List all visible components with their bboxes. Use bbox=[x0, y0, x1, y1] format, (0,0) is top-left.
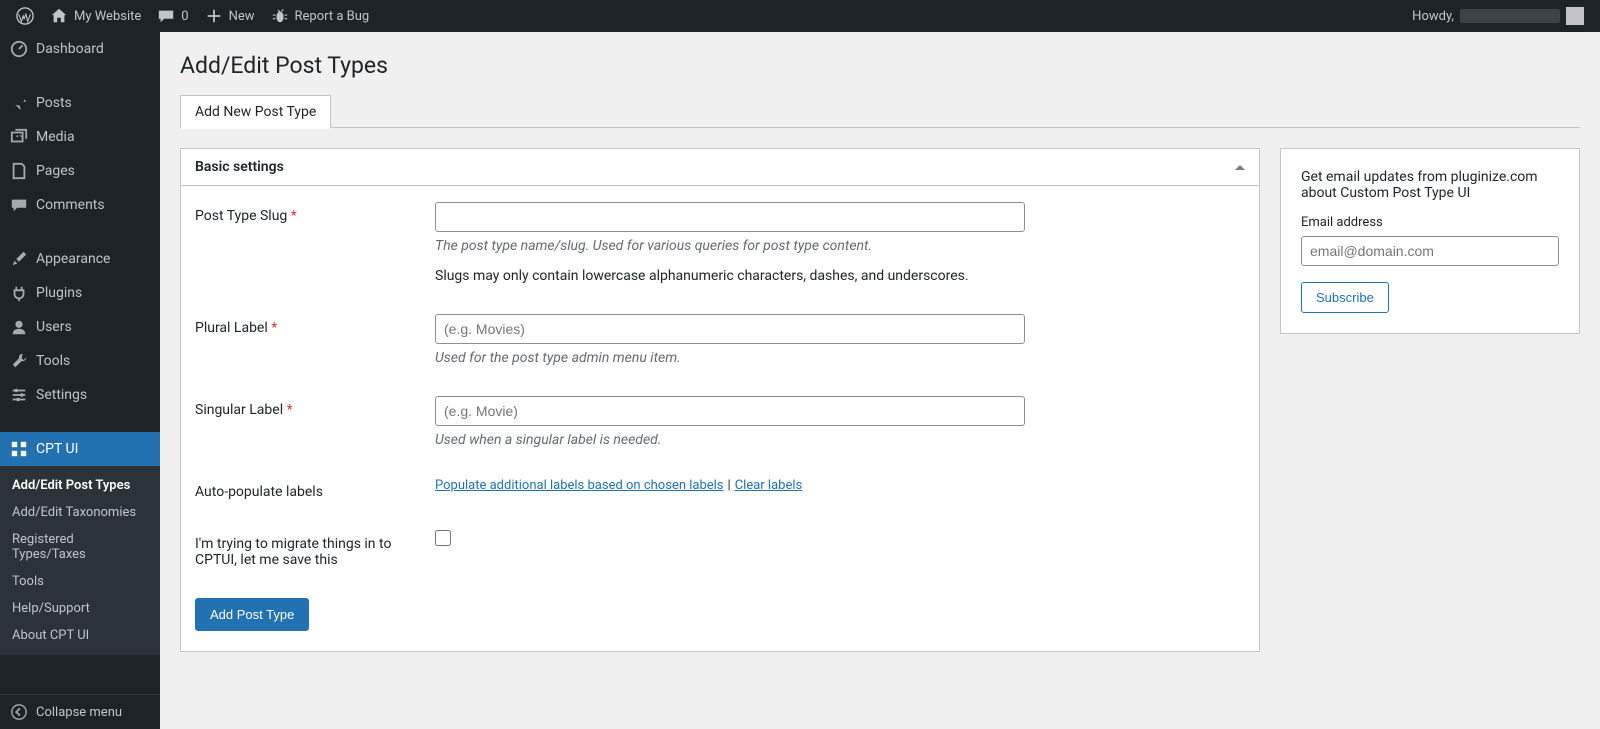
brush-icon bbox=[10, 250, 28, 268]
menu-comments[interactable]: Comments bbox=[0, 188, 160, 222]
basic-settings-panel: Basic settings Post Type Slug * The post… bbox=[180, 148, 1260, 652]
site-name: My Website bbox=[74, 9, 141, 24]
site-name-menu[interactable]: My Website bbox=[42, 0, 149, 32]
collapse-menu[interactable]: Collapse menu bbox=[0, 694, 160, 729]
content-area: Add/Edit Post Types Add New Post Type Ba… bbox=[160, 32, 1600, 692]
media-icon bbox=[10, 128, 28, 146]
user-icon bbox=[10, 318, 28, 336]
menu-posts[interactable]: Posts bbox=[0, 86, 160, 120]
plural-desc: Used for the post type admin menu item. bbox=[435, 350, 1245, 366]
tabs: Add New Post Type bbox=[180, 95, 1580, 128]
add-post-type-button[interactable]: Add Post Type bbox=[195, 598, 309, 631]
subscribe-button[interactable]: Subscribe bbox=[1301, 282, 1389, 313]
singular-desc: Used when a singular label is needed. bbox=[435, 432, 1245, 448]
submenu-help-support[interactable]: Help/Support bbox=[0, 595, 160, 622]
subscribe-text: Get email updates from pluginize.com abo… bbox=[1301, 169, 1559, 201]
menu-dashboard[interactable]: Dashboard bbox=[0, 32, 160, 66]
admin-sidebar: Dashboard Posts Media Pages Comments App… bbox=[0, 32, 160, 729]
submenu-tools[interactable]: Tools bbox=[0, 568, 160, 595]
comments-menu[interactable]: 0 bbox=[149, 0, 196, 32]
report-bug-menu[interactable]: Report a Bug bbox=[263, 0, 378, 32]
menu-users[interactable]: Users bbox=[0, 310, 160, 344]
menu-label: Comments bbox=[36, 197, 105, 213]
populate-labels-link[interactable]: Populate additional labels based on chos… bbox=[435, 478, 724, 493]
menu-appearance[interactable]: Appearance bbox=[0, 242, 160, 276]
bug-icon bbox=[271, 7, 289, 25]
singular-input[interactable] bbox=[435, 396, 1025, 426]
cpt-ui-icon bbox=[10, 440, 28, 458]
comment-icon bbox=[10, 196, 28, 214]
email-input[interactable] bbox=[1301, 236, 1559, 266]
submenu-about[interactable]: About CPT UI bbox=[0, 622, 160, 649]
panel-title: Basic settings bbox=[195, 159, 284, 175]
wordpress-icon bbox=[16, 7, 34, 25]
slug-label: Post Type Slug * bbox=[195, 202, 415, 284]
migrate-checkbox[interactable] bbox=[435, 530, 451, 546]
avatar bbox=[1566, 7, 1584, 25]
plural-label: Plural Label * bbox=[195, 314, 415, 366]
triangle-up-icon bbox=[1235, 160, 1245, 170]
dashboard-icon bbox=[10, 40, 28, 58]
collapse-label: Collapse menu bbox=[36, 705, 122, 720]
wrench-icon bbox=[10, 352, 28, 370]
user-account-menu[interactable]: Howdy, bbox=[1404, 0, 1592, 32]
collapse-icon bbox=[10, 703, 28, 721]
submenu-add-edit-post-types[interactable]: Add/Edit Post Types bbox=[0, 472, 160, 499]
admin-bar: My Website 0 New Report a Bug Howdy, bbox=[0, 0, 1600, 32]
plus-icon bbox=[205, 7, 223, 25]
submenu-registered-types[interactable]: Registered Types/Taxes bbox=[0, 526, 160, 568]
clear-labels-link[interactable]: Clear labels bbox=[735, 478, 803, 493]
email-label: Email address bbox=[1301, 215, 1559, 230]
new-label: New bbox=[229, 9, 255, 24]
greeting: Howdy, bbox=[1412, 9, 1454, 24]
subscribe-box: Get email updates from pluginize.com abo… bbox=[1280, 148, 1580, 334]
menu-tools[interactable]: Tools bbox=[0, 344, 160, 378]
comment-icon bbox=[157, 7, 175, 25]
new-content-menu[interactable]: New bbox=[197, 0, 263, 32]
singular-label: Singular Label * bbox=[195, 396, 415, 448]
menu-label: Tools bbox=[36, 353, 70, 369]
migrate-label: I'm trying to migrate things in to CPTUI… bbox=[195, 530, 415, 568]
plug-icon bbox=[10, 284, 28, 302]
menu-label: Posts bbox=[36, 95, 72, 111]
sliders-icon bbox=[10, 386, 28, 404]
menu-plugins[interactable]: Plugins bbox=[0, 276, 160, 310]
menu-label: Settings bbox=[36, 387, 87, 403]
menu-label: Pages bbox=[36, 163, 75, 179]
page-title: Add/Edit Post Types bbox=[180, 52, 1580, 79]
plural-input[interactable] bbox=[435, 314, 1025, 344]
menu-label: Media bbox=[36, 129, 75, 145]
comments-count: 0 bbox=[181, 9, 188, 24]
autopop-label: Auto-populate labels bbox=[195, 478, 415, 500]
pin-icon bbox=[10, 94, 28, 112]
menu-label: Appearance bbox=[36, 251, 110, 267]
menu-media[interactable]: Media bbox=[0, 120, 160, 154]
submenu-cpt-ui: Add/Edit Post Types Add/Edit Taxonomies … bbox=[0, 466, 160, 655]
username-redacted bbox=[1460, 9, 1560, 23]
submenu-add-edit-taxonomies[interactable]: Add/Edit Taxonomies bbox=[0, 499, 160, 526]
slug-note: Slugs may only contain lowercase alphanu… bbox=[435, 268, 1245, 284]
menu-label: Users bbox=[36, 319, 72, 335]
menu-settings[interactable]: Settings bbox=[0, 378, 160, 412]
menu-label: CPT UI bbox=[36, 441, 78, 457]
menu-label: Plugins bbox=[36, 285, 82, 301]
menu-pages[interactable]: Pages bbox=[0, 154, 160, 188]
report-bug-label: Report a Bug bbox=[295, 9, 370, 24]
panel-header[interactable]: Basic settings bbox=[181, 149, 1259, 186]
page-icon bbox=[10, 162, 28, 180]
slug-desc: The post type name/slug. Used for variou… bbox=[435, 238, 1245, 254]
wp-logo-menu[interactable] bbox=[8, 0, 42, 32]
slug-input[interactable] bbox=[435, 202, 1025, 232]
menu-cpt-ui[interactable]: CPT UI bbox=[0, 432, 160, 466]
home-icon bbox=[50, 7, 68, 25]
menu-label: Dashboard bbox=[36, 41, 104, 57]
tab-add-new[interactable]: Add New Post Type bbox=[180, 95, 331, 129]
